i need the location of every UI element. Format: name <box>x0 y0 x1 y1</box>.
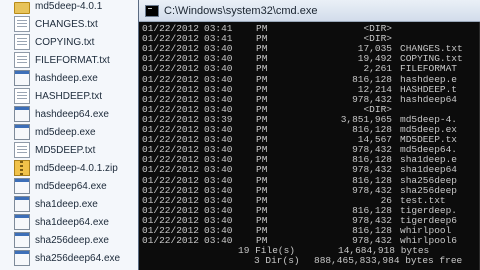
exe-file-icon <box>14 178 30 194</box>
folder-icon <box>14 1 30 14</box>
desktop-screen: md5deep-4.0.1 CHANGES.txt COPYING.txt FILEF… <box>0 0 480 270</box>
file-list-item[interactable]: CHANGES.txt <box>0 15 138 33</box>
file-list-item[interactable]: COPYING.txt <box>0 33 138 51</box>
file-list-item[interactable]: md5deep.exe <box>0 123 138 141</box>
window-title: C:\Windows\system32\cmd.exe <box>164 4 318 17</box>
zip-file-icon <box>14 160 30 176</box>
file-name: COPYING.txt <box>35 36 95 48</box>
file-name: md5deep.exe <box>35 126 96 138</box>
console-output[interactable]: 01/22/2012 03:41 PM <DIR> 01/22/2012 03:41 PM <… <box>139 22 480 270</box>
exe-file-icon <box>14 232 30 248</box>
exe-file-icon <box>14 250 30 266</box>
dirs-count: 3 Dir(s) <box>254 255 300 267</box>
explorer-file-list[interactable]: md5deep-4.0.1 CHANGES.txt COPYING.txt FILEF… <box>0 0 139 270</box>
text-file-icon <box>14 142 30 158</box>
cmd-window[interactable]: C:\Windows\system32\cmd.exe 01/22/2012 03… <box>138 0 480 270</box>
file-list-item[interactable]: md5deep-4.0.1 <box>0 0 138 15</box>
file-name: md5deep-4.0.1 <box>35 0 103 12</box>
file-name: sha256deep64.exe <box>35 252 121 264</box>
dirs-summary: 3 Dir(s) 888,465,833,984 bytes free <box>142 255 480 266</box>
file-list-item[interactable]: sha256deep.exe <box>0 231 138 249</box>
text-file-icon <box>14 16 30 32</box>
file-list-item[interactable]: md5deep64.exe <box>0 177 138 195</box>
file-name: hashdeep.exe <box>35 72 98 84</box>
exe-file-icon <box>14 214 30 230</box>
file-list-item[interactable]: hashdeep64.exe <box>0 105 138 123</box>
cmd-title-bar[interactable]: C:\Windows\system32\cmd.exe <box>139 0 480 22</box>
file-name: MD5DEEP.txt <box>35 144 96 156</box>
file-list-item[interactable]: sha1deep.exe <box>0 195 138 213</box>
file-name: md5deep64.exe <box>35 180 107 192</box>
cmd-app-icon <box>145 4 159 17</box>
file-list-item[interactable]: MD5DEEP.txt <box>0 141 138 159</box>
file-name: hashdeep64.exe <box>35 108 109 120</box>
file-name: HASHDEEP.txt <box>35 90 103 102</box>
file-list-item[interactable]: HASHDEEP.txt <box>0 87 138 105</box>
file-name: md5deep-4.0.1.zip <box>35 162 118 174</box>
text-file-icon <box>14 88 30 104</box>
exe-file-icon <box>14 106 30 122</box>
file-name: CHANGES.txt <box>35 18 98 30</box>
file-list-item[interactable]: FILEFORMAT.txt <box>0 51 138 69</box>
text-file-icon <box>14 34 30 50</box>
file-list-item[interactable]: sha1deep64.exe <box>0 213 138 231</box>
exe-file-icon <box>14 124 30 140</box>
file-list-item[interactable]: sha256deep64.exe <box>0 249 138 267</box>
file-name: sha1deep.exe <box>35 198 98 210</box>
dirs-bytes: 888,465,833,984 bytes free <box>314 255 463 267</box>
file-name: sha256deep.exe <box>35 234 109 246</box>
file-list-item[interactable]: md5deep-4.0.1.zip <box>0 159 138 177</box>
file-name: sha1deep64.exe <box>35 216 109 228</box>
file-list-item[interactable]: hashdeep.exe <box>0 69 138 87</box>
text-file-icon <box>14 52 30 68</box>
exe-file-icon <box>14 196 30 212</box>
file-name: FILEFORMAT.txt <box>35 54 110 66</box>
exe-file-icon <box>14 70 30 86</box>
